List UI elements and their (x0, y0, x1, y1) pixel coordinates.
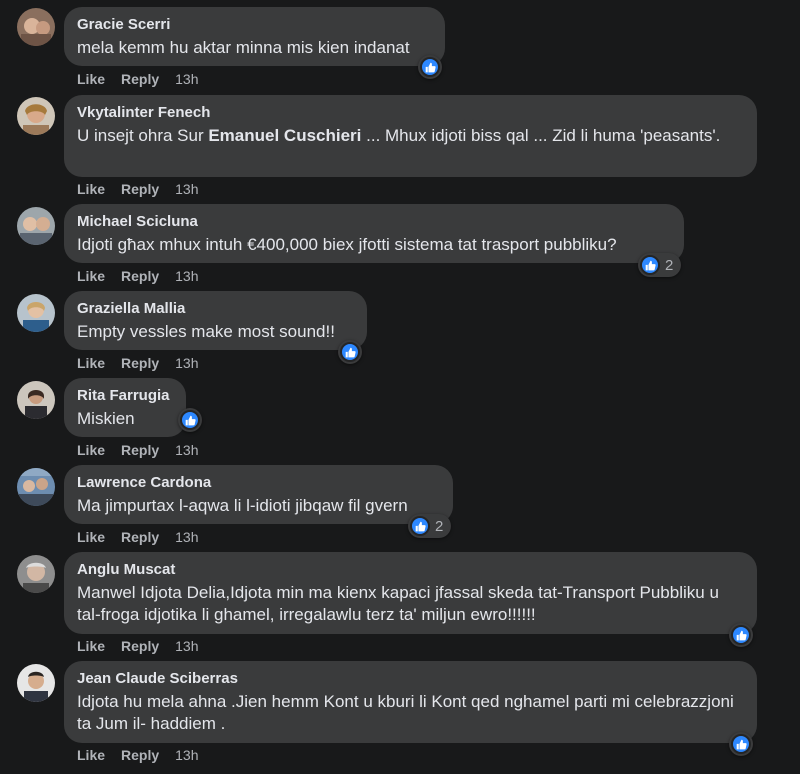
reply-button[interactable]: Reply (121, 747, 159, 763)
comment-actions: Like Reply 13h (77, 268, 199, 284)
comment-actions: Like Reply 13h (77, 638, 199, 654)
comment-author[interactable]: Rita Farrugia (77, 387, 173, 405)
avatar[interactable] (17, 555, 55, 593)
comment-actions: Like Reply 13h (77, 71, 199, 87)
comment-author[interactable]: Graziella Mallia (77, 300, 354, 318)
comment-text: Empty vessles make most sound!! (77, 322, 335, 341)
comment-bubble: Michael Scicluna Idjoti għax mhux intuh … (64, 204, 684, 263)
timestamp[interactable]: 13h (175, 747, 198, 763)
timestamp[interactable]: 13h (175, 529, 198, 545)
comment-actions: Like Reply 13h (77, 529, 199, 545)
timestamp[interactable]: 13h (175, 638, 198, 654)
avatar[interactable] (17, 468, 55, 506)
reply-button[interactable]: Reply (121, 529, 159, 545)
like-button[interactable]: Like (77, 442, 105, 458)
reaction-summary[interactable]: 2 (638, 253, 682, 277)
mention-link[interactable]: Emanuel Cuschieri (208, 126, 361, 145)
comment-text: Ma jimpurtax l-aqwa li l-idioti jibqaw f… (77, 496, 408, 515)
reaction-summary[interactable] (729, 623, 753, 647)
like-button[interactable]: Like (77, 638, 105, 654)
comment-text: mela kemm hu aktar minna mis kien indana… (77, 38, 410, 57)
avatar[interactable] (17, 97, 55, 135)
like-thumb-icon (731, 734, 751, 754)
comment-text: Idjota hu mela ahna .Jien hemm Kont u kb… (77, 692, 734, 733)
comment-text: Miskien (77, 409, 135, 428)
reaction-summary[interactable] (729, 732, 753, 756)
reply-button[interactable]: Reply (121, 181, 159, 197)
timestamp[interactable]: 13h (175, 181, 198, 197)
timestamp[interactable]: 13h (175, 442, 198, 458)
reaction-summary[interactable] (338, 340, 362, 364)
comment-bubble: Rita Farrugia Miskien (64, 378, 186, 437)
like-thumb-icon (410, 516, 430, 536)
like-thumb-icon (640, 255, 660, 275)
avatar[interactable] (17, 207, 55, 245)
reaction-count: 2 (665, 256, 674, 274)
like-thumb-icon (420, 57, 440, 77)
comment-text: Manwel Idjota Delia,Idjota min ma kienx … (77, 583, 719, 624)
comment-text: Idjoti għax mhux intuh €400,000 biex jfo… (77, 235, 617, 254)
avatar[interactable] (17, 8, 55, 46)
like-button[interactable]: Like (77, 529, 105, 545)
comment-bubble: Graziella Mallia Empty vessles make most… (64, 291, 367, 350)
reply-button[interactable]: Reply (121, 268, 159, 284)
avatar[interactable] (17, 381, 55, 419)
comment-author[interactable]: Michael Scicluna (77, 213, 671, 231)
like-button[interactable]: Like (77, 747, 105, 763)
timestamp[interactable]: 13h (175, 268, 198, 284)
comment-bubble: Gracie Scerri mela kemm hu aktar minna m… (64, 7, 445, 66)
reply-button[interactable]: Reply (121, 638, 159, 654)
reaction-summary[interactable] (418, 55, 442, 79)
comment-text: U insejt ohra Sur Emanuel Cuschieri ... … (77, 126, 721, 145)
like-button[interactable]: Like (77, 268, 105, 284)
comment-author[interactable]: Lawrence Cardona (77, 474, 440, 492)
comment-bubble: Vkytalinter Fenech U insejt ohra Sur Ema… (64, 95, 757, 177)
reply-button[interactable]: Reply (121, 71, 159, 87)
avatar[interactable] (17, 664, 55, 702)
reaction-count: 2 (435, 517, 444, 535)
like-button[interactable]: Like (77, 71, 105, 87)
comment-bubble: Lawrence Cardona Ma jimpurtax l-aqwa li … (64, 465, 453, 524)
comment-bubble: Jean Claude Sciberras Idjota hu mela ahn… (64, 661, 757, 743)
comment-author[interactable]: Jean Claude Sciberras (77, 670, 744, 688)
avatar[interactable] (17, 294, 55, 332)
comment-author[interactable]: Gracie Scerri (77, 16, 432, 34)
reply-button[interactable]: Reply (121, 442, 159, 458)
reaction-summary[interactable]: 2 (408, 514, 452, 538)
timestamp[interactable]: 13h (175, 71, 198, 87)
timestamp[interactable]: 13h (175, 355, 198, 371)
comment-author[interactable]: Vkytalinter Fenech (77, 104, 744, 122)
like-thumb-icon (731, 625, 751, 645)
comment-author[interactable]: Anglu Muscat (77, 561, 744, 579)
like-button[interactable]: Like (77, 181, 105, 197)
like-button[interactable]: Like (77, 355, 105, 371)
reply-button[interactable]: Reply (121, 355, 159, 371)
comment-actions: Like Reply 13h (77, 355, 199, 371)
like-thumb-icon (180, 410, 200, 430)
comment-bubble: Anglu Muscat Manwel Idjota Delia,Idjota … (64, 552, 757, 634)
comment-actions: Like Reply 13h (77, 181, 199, 197)
like-thumb-icon (340, 342, 360, 362)
comment-actions: Like Reply 13h (77, 747, 199, 763)
reaction-summary[interactable] (178, 408, 202, 432)
comment-actions: Like Reply 13h (77, 442, 199, 458)
